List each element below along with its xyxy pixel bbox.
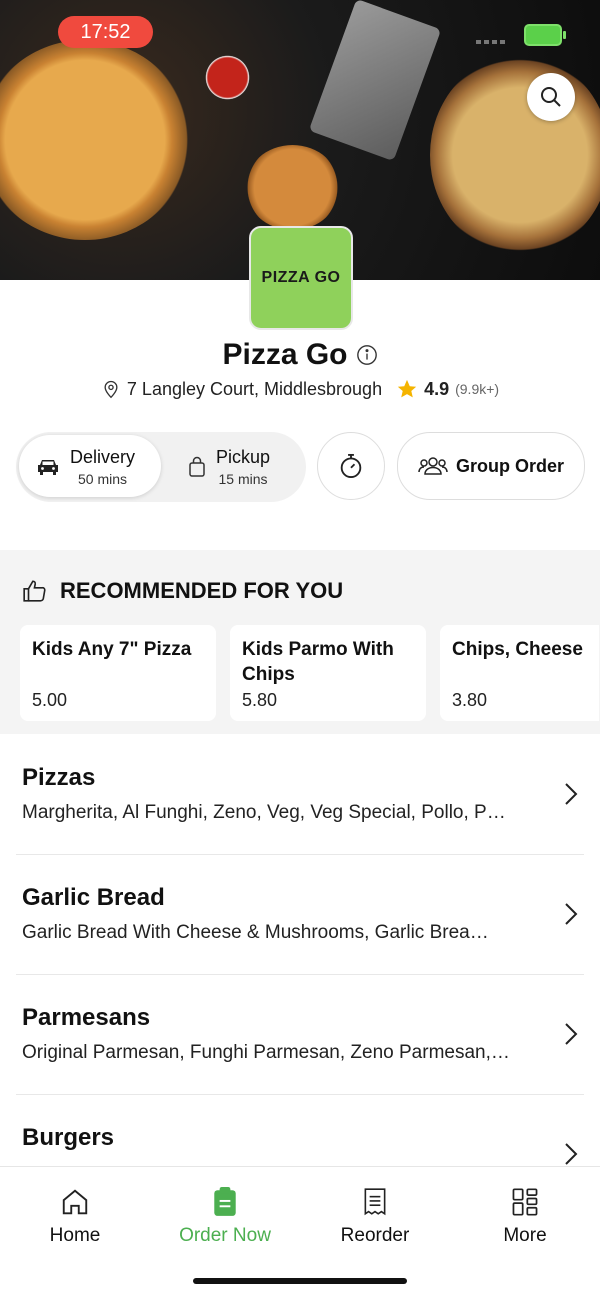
recommended-card[interactable]: Chips, Cheese & Any Sauce 3.80 xyxy=(440,625,599,721)
rating-value: 4.9 xyxy=(424,378,450,399)
sauce-bowl-image xyxy=(200,55,255,100)
category-name: Pizzas xyxy=(22,764,96,791)
tab-reorder[interactable]: Reorder xyxy=(315,1187,435,1247)
delivery-time: 50 mins xyxy=(77,471,128,487)
restaurant-name: Pizza Go xyxy=(222,338,348,371)
tab-more-label: More xyxy=(503,1225,547,1246)
bag-icon xyxy=(189,456,205,477)
tab-more[interactable]: More xyxy=(465,1187,585,1247)
recommended-card[interactable]: Kids Parmo With Chips 5.80 xyxy=(230,625,426,721)
info-icon[interactable] xyxy=(356,344,378,366)
address-row: 7 Langley Court, Middlesbrough 4.9 (9.9k… xyxy=(0,378,600,400)
delivery-label: Delivery xyxy=(70,447,136,467)
rating-count: (9.9k+) xyxy=(455,381,500,397)
category-description: Margherita, Al Funghi, Zeno, Veg, Veg Sp… xyxy=(22,802,506,823)
category-description: Garlic Bread With Cheese & Mushrooms, Ga… xyxy=(22,922,489,943)
chevron-right-icon xyxy=(565,903,578,925)
tab-reorder-label: Reorder xyxy=(340,1225,410,1246)
grid-icon xyxy=(512,1188,538,1216)
recommended-item-name: Kids Any 7" Pizza xyxy=(32,639,192,660)
recommended-list: Kids Any 7" Pizza 5.00 Kids Parmo With C… xyxy=(20,625,599,721)
group-order-button[interactable]: Group Order xyxy=(397,432,585,500)
category-row-pizzas[interactable]: Pizzas Margherita, Al Funghi, Zeno, Veg,… xyxy=(16,734,584,855)
pickup-label: Pickup xyxy=(216,447,271,467)
pizza-image xyxy=(0,40,190,240)
recommended-item-name: Chips, Cheese & Any Sauce xyxy=(452,639,587,660)
chevron-right-icon xyxy=(565,1023,578,1045)
timer-icon xyxy=(340,453,362,479)
chevron-right-icon xyxy=(565,1143,578,1165)
category-name: Garlic Bread xyxy=(22,884,165,911)
category-description: Original Parmesan, Funghi Parmesan, Zeno… xyxy=(22,1042,510,1063)
title-row: Pizza Go xyxy=(0,338,600,372)
burger-image xyxy=(245,145,340,230)
category-name: Parmesans xyxy=(22,1004,151,1031)
tab-home-label: Home xyxy=(49,1225,101,1246)
garlic-bread-image xyxy=(430,55,600,255)
recommended-title: RECOMMENDED FOR YOU xyxy=(60,578,344,603)
delivery-option-content[interactable]: Delivery 50 mins xyxy=(36,432,135,502)
recommended-item-price: 5.80 xyxy=(242,690,278,710)
search-icon xyxy=(541,87,561,107)
recommended-card[interactable]: Kids Any 7" Pizza 5.00 xyxy=(20,625,216,721)
group-icon xyxy=(418,457,448,475)
search-button[interactable] xyxy=(527,73,575,121)
recommended-header: RECOMMENDED FOR YOU xyxy=(22,578,343,604)
receipt-icon xyxy=(364,1188,386,1216)
recommended-item-name: Kids Parmo With Chips xyxy=(242,639,394,685)
order-mode-toggle: Delivery 50 mins Pickup 15 mins xyxy=(16,432,306,502)
chevron-right-icon xyxy=(565,783,578,805)
order-icon xyxy=(214,1187,236,1216)
tab-order-now[interactable]: Order Now xyxy=(165,1187,285,1247)
schedule-button[interactable] xyxy=(317,432,385,500)
group-order-label: Group Order xyxy=(455,455,564,476)
home-indicator xyxy=(193,1278,407,1284)
recommended-item-price: 5.00 xyxy=(32,690,68,710)
pickup-option[interactable]: Pickup 15 mins xyxy=(188,432,270,502)
pickup-time: 15 mins xyxy=(218,471,268,487)
restaurant-logo: PIZZA GO xyxy=(249,226,353,330)
thumbs-up-icon xyxy=(23,580,46,602)
category-name: Burgers xyxy=(22,1124,115,1151)
battery-icon xyxy=(524,24,566,46)
restaurant-address: 7 Langley Court, Middlesbrough xyxy=(126,378,383,399)
signal-icon xyxy=(476,40,508,44)
category-row-parmesans[interactable]: Parmesans Original Parmesan, Funghi Parm… xyxy=(16,974,584,1095)
car-icon xyxy=(38,460,58,475)
category-row-garlic-bread[interactable]: Garlic Bread Garlic Bread With Cheese & … xyxy=(16,854,584,975)
status-time: 17:52 xyxy=(58,16,153,48)
home-icon xyxy=(62,1189,88,1215)
star-icon xyxy=(397,379,417,398)
location-pin-icon xyxy=(104,380,118,399)
cleaver-image xyxy=(308,0,442,162)
recommended-item-price: 3.80 xyxy=(452,690,488,710)
tab-home[interactable]: Home xyxy=(15,1187,135,1247)
tab-order-now-label: Order Now xyxy=(179,1225,271,1246)
